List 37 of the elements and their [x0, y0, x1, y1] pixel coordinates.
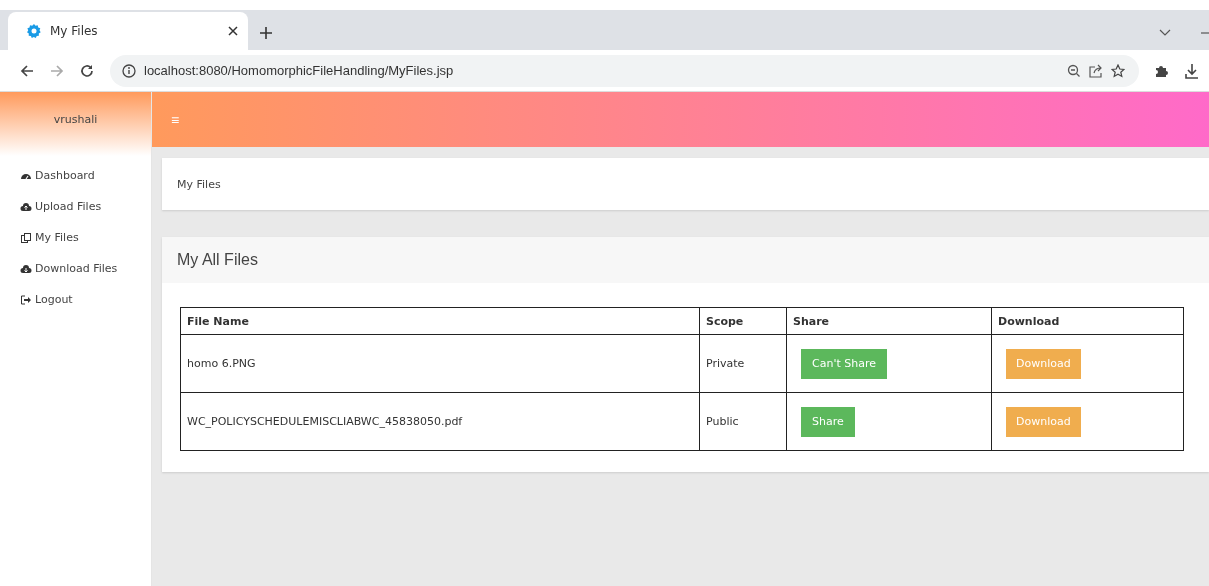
sign-out-icon — [20, 293, 32, 306]
zoom-out-icon[interactable] — [1067, 63, 1081, 78]
column-header: Download — [991, 307, 1184, 335]
info-icon — [122, 63, 136, 78]
star-icon[interactable] — [1111, 63, 1125, 78]
cloud-upload-icon — [20, 200, 32, 213]
sidebar-link[interactable]: My Files — [35, 231, 79, 244]
puzzle-icon[interactable] — [1155, 63, 1169, 78]
panel-title: My All Files — [177, 251, 258, 269]
gear-icon — [26, 23, 42, 39]
address-bar[interactable]: localhost:8080/HomomorphicFileHandling/MyFiles.jsp — [110, 54, 1139, 87]
scope-cell: Private — [699, 334, 787, 393]
sidebar-link[interactable]: Download Files — [35, 262, 118, 275]
copy-icon — [20, 231, 32, 244]
new-tab-icon[interactable] — [260, 27, 272, 39]
url-text: localhost:8080/HomomorphicFileHandling/MyFiles.jsp — [144, 63, 455, 78]
cloud-download-icon — [20, 262, 32, 275]
sidebar-link[interactable]: Dashboard — [35, 169, 95, 182]
scope-cell: Public — [699, 392, 787, 451]
page-title: My Files — [177, 177, 221, 191]
file-name-cell: homo 6.PNG — [180, 334, 700, 393]
tab-title: My Files — [50, 24, 99, 38]
column-header: File Name — [180, 307, 700, 335]
sidebar-link[interactable]: Upload Files — [35, 200, 102, 213]
column-header: Share — [786, 307, 992, 335]
chevron-down-icon[interactable] — [1159, 29, 1171, 36]
browser-tab[interactable]: My Files — [8, 12, 248, 50]
share-icon[interactable] — [1089, 63, 1103, 78]
close-icon[interactable] — [228, 26, 238, 36]
back-icon[interactable] — [20, 63, 34, 78]
column-header: Scope — [699, 307, 787, 335]
reload-icon[interactable] — [80, 63, 94, 78]
username: vrushali — [53, 113, 98, 128]
sidebar-link[interactable]: Logout — [35, 293, 73, 306]
download-icon[interactable] — [1185, 62, 1199, 79]
minimize-icon[interactable] — [1201, 31, 1209, 34]
file-name-cell: WC_POLICYSCHEDULEMISCLIABWC_45838050.pdf — [180, 392, 700, 451]
